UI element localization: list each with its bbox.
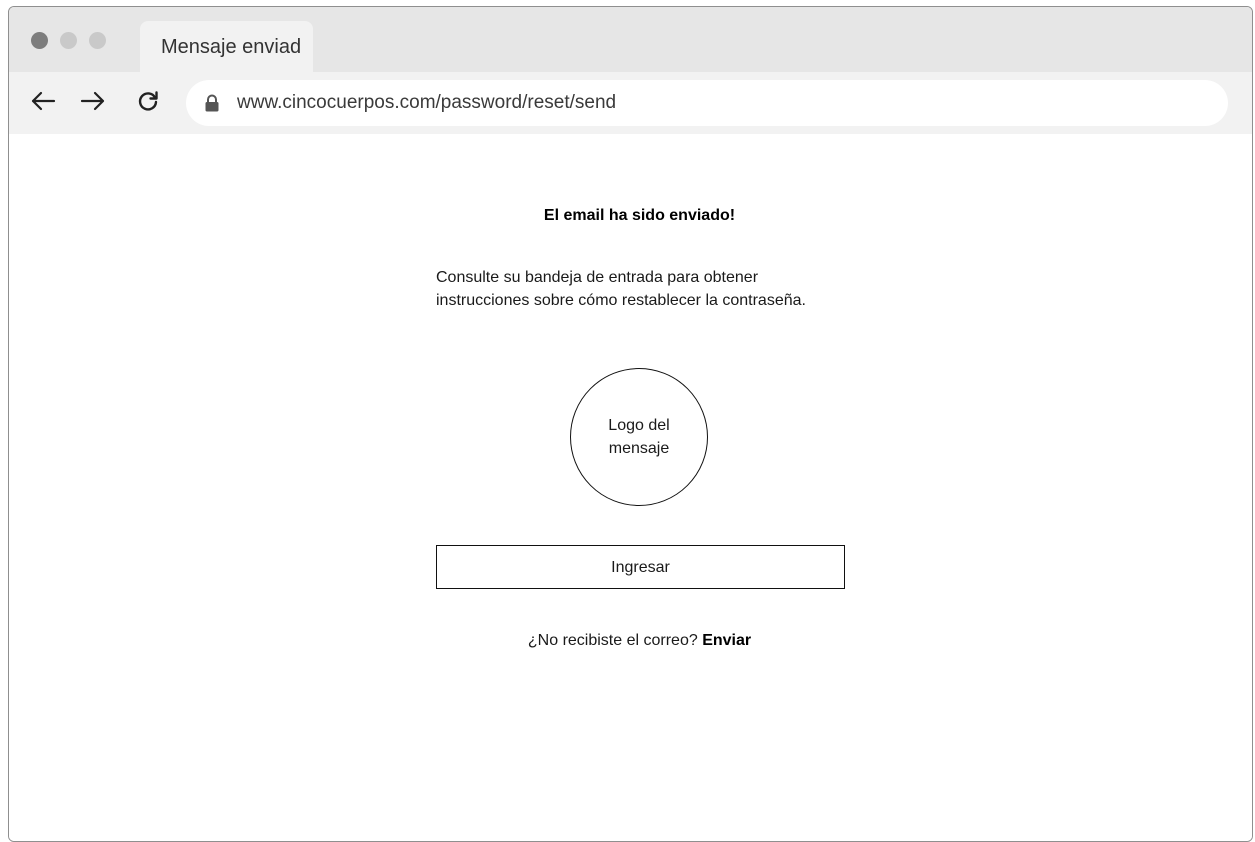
resend-link[interactable]: Enviar	[702, 632, 751, 649]
lock-icon	[205, 94, 219, 112]
login-button[interactable]: Ingresar	[436, 545, 845, 589]
window-close-dot[interactable]	[31, 32, 48, 49]
page-title: El email ha sido enviado!	[543, 207, 736, 224]
address-bar-url: www.cincocuerpos.com/password/reset/send	[237, 92, 617, 113]
browser-window: Mensaje enviad www.cincocuerpos.com/pass…	[8, 6, 1253, 842]
resend-row: ¿No recibiste el correo? Enviar	[9, 632, 1252, 650]
address-bar[interactable]: www.cincocuerpos.com/password/reset/send	[186, 80, 1228, 126]
tab-active[interactable]: Mensaje enviad	[140, 21, 313, 72]
logo-label-line-2: mensaje	[608, 440, 670, 457]
tab-bar: Mensaje enviad	[9, 7, 1252, 72]
message-logo-placeholder: Logo del mensaje	[570, 368, 708, 506]
instructions-text: Consulte su bandeja de entrada para obte…	[436, 266, 906, 312]
resend-prompt: ¿No recibiste el correo?	[527, 632, 698, 649]
browser-toolbar: www.cincocuerpos.com/password/reset/send	[9, 72, 1252, 134]
window-minimize-dot[interactable]	[60, 32, 77, 49]
instructions-line-2: instrucciones sobre cómo restablecer la …	[436, 292, 806, 309]
forward-button[interactable]	[76, 84, 110, 118]
arrow-left-icon	[31, 91, 56, 111]
page-content: El email ha sido enviado! Consulte su ba…	[9, 134, 1252, 841]
instructions-line-1: Consulte su bandeja de entrada para obte…	[436, 269, 759, 286]
tab-title: Mensaje enviad	[161, 36, 302, 58]
reload-icon	[138, 91, 158, 111]
back-button[interactable]	[26, 84, 60, 118]
window-maximize-dot[interactable]	[89, 32, 106, 49]
logo-label-line-1: Logo del	[608, 417, 670, 434]
reload-button[interactable]	[131, 84, 165, 118]
arrow-right-icon	[80, 91, 105, 111]
